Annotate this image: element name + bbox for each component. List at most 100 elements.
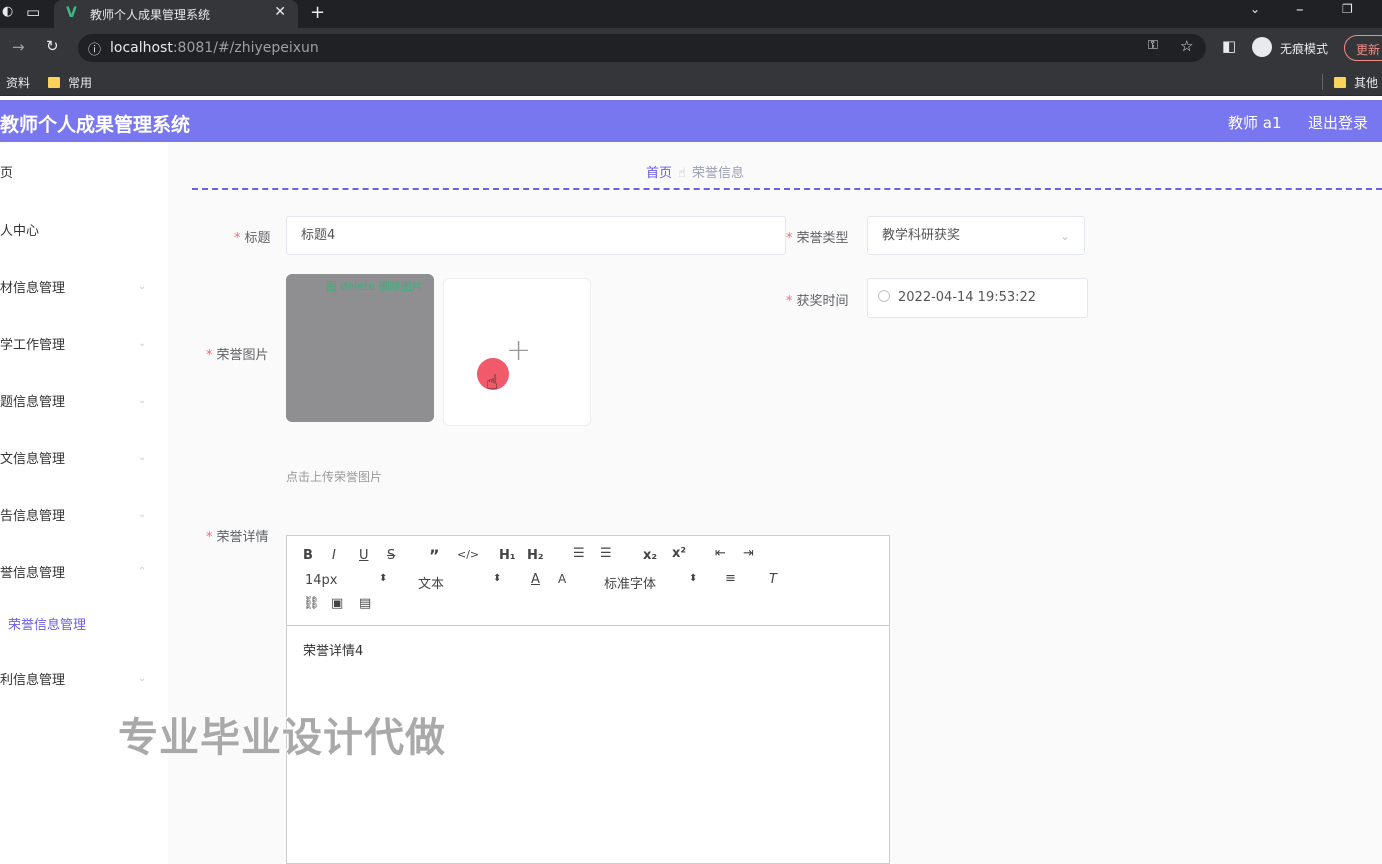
superscript-icon[interactable]: x² (672, 546, 686, 561)
hand-separator-icon: ☝ (678, 166, 686, 181)
sidebar-item-report[interactable]: 告信息管理 (0, 505, 65, 524)
font-size-select[interactable]: 14px (305, 573, 338, 588)
sidebar-item-patent[interactable]: 利信息管理 (0, 669, 65, 688)
type-label: * 荣誉类型 (786, 231, 849, 246)
chevron-down-icon: ⌄ (138, 673, 147, 684)
incognito-label: 无痕模式 (1280, 42, 1329, 56)
chevron-down-icon: ⌄ (1060, 229, 1071, 243)
bookmark-divider (1322, 74, 1323, 90)
blockquote-icon[interactable]: ” (429, 546, 440, 565)
subscript-icon[interactable]: x₂ (643, 548, 657, 563)
select-arrows-icon: ⬍ (689, 573, 698, 584)
minimize-icon[interactable]: – (1296, 0, 1304, 18)
upload-button[interactable]: + (443, 278, 591, 426)
watermark-text: 专业毕业设计代做 (118, 715, 446, 761)
background-color-icon[interactable]: A (558, 572, 566, 586)
sidebar-item-teaching[interactable]: 学工作管理 (0, 334, 65, 353)
image-icon[interactable]: ▣ (331, 596, 343, 611)
chevron-down-icon: ⌄ (138, 452, 147, 463)
folder-icon (1334, 77, 1346, 88)
title-input[interactable]: 标题4 (286, 216, 786, 255)
bookmark-item[interactable]: 资料 (6, 74, 30, 91)
other-bookmarks[interactable]: 其他 (1334, 74, 1378, 91)
bookmarks-bar: 资料 常用 其他 (0, 68, 1382, 96)
tab-overview-icon[interactable]: ▭ (26, 3, 40, 21)
browser-menu-icon[interactable]: ◐ (2, 4, 13, 19)
sidebar-item-honor-group[interactable]: 誉信息管理 (0, 562, 65, 581)
video-icon[interactable]: ▤ (359, 596, 371, 611)
link-icon[interactable]: ⛓ (303, 596, 320, 611)
bookmark-star-icon[interactable]: ☆ (1180, 37, 1193, 55)
rich-text-editor: B I U S ” </> H₁ H₂ ☰ ☰ x₂ x² ⇤ ⇥ 14px ⬍… (286, 535, 890, 864)
ordered-list-icon[interactable]: ☰ (573, 546, 585, 561)
app-header: 教师个人成果管理系统 教师 a1 退出登录 (0, 100, 1382, 142)
time-label: * 获奖时间 (786, 294, 849, 309)
select-arrows-icon: ⬍ (379, 573, 388, 584)
tab-search-icon[interactable]: ⌄ (1250, 2, 1260, 16)
info-icon[interactable]: ⓘ (88, 39, 101, 58)
title-label: * 标题 (234, 231, 271, 246)
editor-content[interactable]: 荣誉详情4 (303, 640, 363, 659)
folder-icon (48, 77, 60, 88)
chevron-down-icon: ⌄ (138, 338, 147, 349)
upload-hint: 点击上传荣誉图片 (286, 470, 383, 484)
align-icon[interactable]: ≡ (725, 571, 736, 586)
browser-tab[interactable]: V 教师个人成果管理系统 ✕ (54, 0, 298, 28)
incognito-icon (1252, 37, 1272, 57)
sidebar-item-personal-center[interactable]: 人中心 (0, 220, 39, 239)
sidebar-item-project[interactable]: 题信息管理 (0, 391, 65, 410)
user-label: 教师 a1 (1228, 114, 1282, 132)
chevron-down-icon: ⌄ (138, 281, 147, 292)
h1-icon[interactable]: H₁ (499, 548, 516, 563)
editor-toolbar: B I U S ” </> H₁ H₂ ☰ ☰ x₂ x² ⇤ ⇥ 14px ⬍… (287, 536, 889, 626)
browser-toolbar: → ↻ ⓘ localhost:8081/#/zhiyepeixun ⚿ ☆ ◧… (0, 28, 1382, 68)
bold-icon[interactable]: B (303, 548, 313, 563)
chevron-up-icon: ⌃ (138, 566, 147, 577)
underline-icon[interactable]: U (359, 548, 369, 563)
font-family-select[interactable]: 标准字体 (604, 573, 656, 592)
close-tab-icon[interactable]: ✕ (274, 4, 286, 20)
sidebar-item-paper[interactable]: 文信息管理 (0, 448, 65, 467)
new-tab-icon[interactable]: + (310, 2, 325, 23)
strikethrough-icon[interactable]: S (387, 548, 395, 563)
type-select[interactable]: 教学科研获奖 ⌄ (867, 216, 1085, 255)
clock-icon (878, 290, 890, 302)
breadcrumb-current: 荣誉信息 (691, 166, 744, 181)
restore-icon[interactable]: ❐ (1342, 2, 1353, 16)
reload-icon[interactable]: ↻ (46, 37, 59, 55)
breadcrumb-home[interactable]: 首页 (646, 166, 672, 181)
tab-title: 教师个人成果管理系统 (90, 8, 211, 22)
h2-icon[interactable]: H₂ (527, 548, 544, 563)
plus-icon: + (506, 333, 532, 368)
outdent-icon[interactable]: ⇤ (715, 546, 726, 561)
font-color-icon[interactable]: A (531, 572, 540, 587)
detail-label: * 荣誉详情 (206, 530, 269, 545)
forward-icon[interactable]: → (12, 38, 25, 56)
hand-cursor-icon: ☝ (486, 370, 499, 394)
bookmark-folder[interactable]: 常用 (48, 74, 92, 91)
sidebar-item-honor-info[interactable]: 荣誉信息管理 (8, 614, 86, 633)
vue-logo-icon: V (66, 5, 77, 21)
time-picker[interactable]: 2022-04-14 19:53:22 (867, 278, 1088, 318)
image-label: * 荣誉图片 (206, 348, 269, 363)
key-icon[interactable]: ⚿ (1148, 38, 1158, 53)
chevron-down-icon: ⌄ (138, 509, 147, 520)
browser-tab-bar: ◐ ▭ V 教师个人成果管理系统 ✕ + ⌄ – ❐ (0, 0, 1382, 28)
clear-format-icon[interactable]: T (769, 572, 777, 587)
address-bar[interactable]: ⓘ localhost:8081/#/zhiyepeixun ⚿ ☆ (78, 34, 1206, 62)
update-button[interactable]: 更新 (1344, 35, 1382, 61)
url-text: localhost:8081/#/zhiyepeixun (110, 40, 319, 56)
side-panel-icon[interactable]: ◧ (1222, 37, 1236, 55)
code-icon[interactable]: </> (457, 548, 479, 561)
bullet-list-icon[interactable]: ☰ (600, 546, 612, 561)
italic-icon[interactable]: I (332, 548, 336, 563)
chevron-down-icon: ⌄ (138, 395, 147, 406)
sidebar-item-home[interactable]: 页 (0, 162, 13, 181)
uploaded-image-thumbnail[interactable]: 图 delete 删除图片 (286, 274, 434, 422)
breadcrumb: 首页 ☝ 荣誉信息 (646, 162, 744, 181)
block-type-select[interactable]: 文本 (418, 573, 444, 592)
delete-image-text[interactable]: 图 delete 删除图片 (326, 278, 423, 294)
logout-link[interactable]: 退出登录 (1308, 112, 1368, 133)
indent-icon[interactable]: ⇥ (743, 546, 754, 561)
sidebar-item-textbook[interactable]: 材信息管理 (0, 277, 65, 296)
